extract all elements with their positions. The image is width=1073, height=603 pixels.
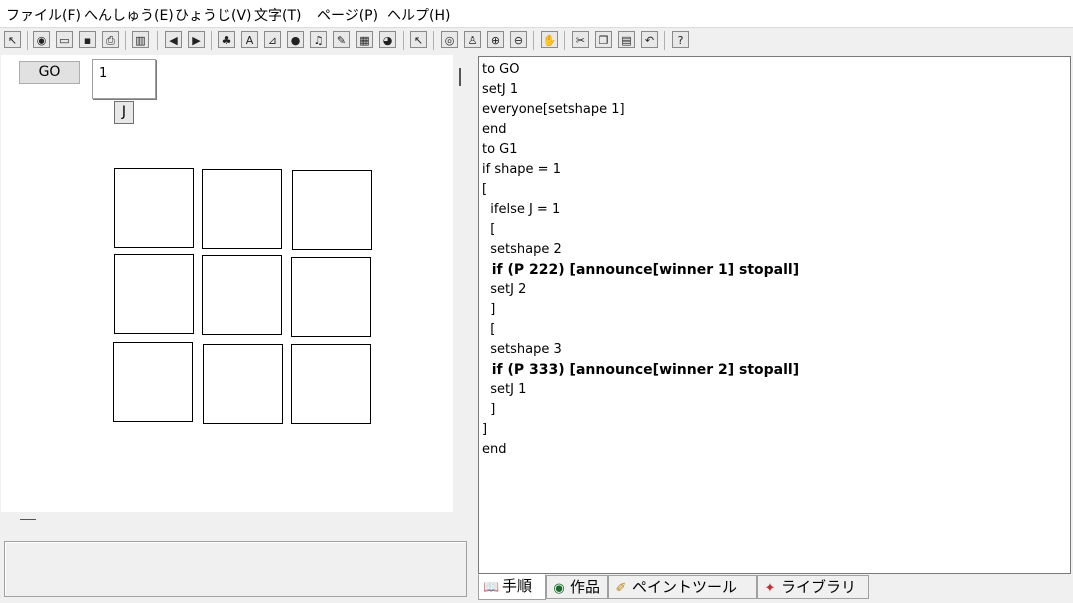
code-line: [	[482, 322, 496, 337]
code-line: end	[482, 122, 507, 137]
code-line: ]	[482, 422, 488, 437]
paint-brush-icon: ✐	[615, 581, 627, 596]
toolbar-separator	[564, 31, 565, 50]
code-line: ]	[482, 402, 496, 417]
code-line: ifelse J = 1	[482, 202, 561, 217]
paste-icon[interactable]: ▤	[618, 31, 635, 48]
open-folder-icon[interactable]: ▭	[56, 31, 73, 48]
code-line: to G1	[482, 142, 518, 157]
toolbar-separator	[433, 31, 434, 50]
select-cursor-icon[interactable]: ↖	[410, 31, 427, 48]
code-line: [	[482, 182, 488, 197]
value-text-box[interactable]: 1	[92, 59, 156, 99]
menu-help[interactable]: ヘルプ(H)	[387, 5, 450, 25]
music-icon[interactable]: ♫	[310, 31, 327, 48]
code-line: if (P 222) [announce[winner 1] stopall]	[482, 262, 800, 278]
toolbar-separator	[533, 31, 534, 50]
procedures-book-icon: 📖	[483, 580, 500, 595]
help-icon[interactable]: ?	[672, 31, 689, 48]
procedures-editor[interactable]: to GO setJ 1 everyone[setshape 1] end to…	[478, 56, 1071, 574]
video-icon[interactable]: ◕	[379, 31, 396, 48]
toolbar-separator	[211, 31, 212, 50]
save-disk-icon[interactable]: ▪	[79, 31, 96, 48]
message-box[interactable]	[4, 541, 467, 597]
go-button[interactable]: GO	[19, 61, 80, 84]
board-cell[interactable]	[291, 257, 371, 337]
library-shapes-icon: ✦	[764, 581, 776, 596]
board-cell[interactable]	[202, 169, 282, 249]
stage-splitter-handle[interactable]	[459, 68, 461, 86]
menu-view[interactable]: ひょうじ(V)	[175, 5, 252, 25]
button-icon[interactable]: ●	[287, 31, 304, 48]
menu-text[interactable]: 文字(T)	[254, 5, 301, 25]
code-line: [	[482, 222, 496, 237]
code-line: setshape 2	[482, 242, 562, 257]
code-line: if (P 333) [announce[winner 2] stopall]	[482, 362, 800, 378]
project-globe-icon: ◉	[553, 581, 565, 596]
turtle-icon[interactable]: ♣	[218, 31, 235, 48]
stage-scrollbar[interactable]	[453, 55, 473, 512]
board-cell[interactable]	[203, 344, 283, 424]
eye-icon[interactable]: ◎	[441, 31, 458, 48]
zoom-in-icon[interactable]: ⊕	[487, 31, 504, 48]
tab-label: ライブラリ	[781, 578, 857, 596]
tab-label: 手順	[502, 577, 533, 595]
code-line: everyone[setshape 1]	[482, 102, 625, 117]
tab-project[interactable]: ◉ 作品	[546, 575, 608, 599]
code-line: ]	[482, 302, 496, 317]
menu-page[interactable]: ページ(P)	[317, 5, 378, 25]
code-line: setJ 1	[482, 382, 527, 397]
menu-edit[interactable]: へんしゅう(E)	[84, 5, 174, 25]
cut-scissors-icon[interactable]: ✂	[572, 31, 589, 48]
menu-bar: ファイル(F) へんしゅう(E) ひょうじ(V) 文字(T) ページ(P) ヘル…	[0, 0, 1073, 27]
globe-icon[interactable]: ◉	[33, 31, 50, 48]
board-cell[interactable]	[114, 254, 194, 334]
board-cell[interactable]	[202, 255, 282, 335]
toolbar-separator	[664, 31, 665, 50]
code-line: end	[482, 442, 507, 457]
zoom-out-icon[interactable]: ⊖	[510, 31, 527, 48]
stop-hand-icon[interactable]: ✋	[541, 31, 558, 48]
forward-arrow-icon[interactable]: ▶	[188, 31, 205, 48]
print-icon[interactable]: ⎙	[102, 31, 119, 48]
toolbar-separator	[403, 31, 404, 50]
tab-label: ペイントツール	[632, 578, 738, 596]
minimize-dash[interactable]	[20, 519, 36, 520]
pointer-arrow-icon[interactable]: ↖	[4, 31, 21, 48]
j-button[interactable]: J	[114, 101, 134, 124]
tab-label: 作品	[570, 578, 601, 596]
board-cell[interactable]	[113, 342, 193, 422]
toolbar-separator	[27, 31, 28, 50]
board-cell[interactable]	[114, 168, 194, 248]
board-cell[interactable]	[291, 344, 371, 424]
toolbar-separator	[125, 31, 126, 50]
tab-procedures[interactable]: 📖 手順	[478, 574, 546, 600]
copy-icon[interactable]: ❐	[595, 31, 612, 48]
code-line: setJ 1	[482, 82, 519, 97]
movie-icon[interactable]: ▦	[356, 31, 373, 48]
board-cell[interactable]	[292, 170, 372, 250]
code-line: if shape = 1	[482, 162, 561, 177]
tab-paint-tool[interactable]: ✐ ペイントツール	[608, 575, 757, 599]
back-arrow-icon[interactable]: ◀	[165, 31, 182, 48]
code-line: setJ 2	[482, 282, 527, 297]
tab-library[interactable]: ✦ ライブラリ	[757, 575, 869, 599]
menu-file[interactable]: ファイル(F)	[6, 5, 81, 25]
undo-icon[interactable]: ↶	[641, 31, 658, 48]
code-line: setshape 3	[482, 342, 562, 357]
slider-icon[interactable]: ⊿	[264, 31, 281, 48]
columns-icon[interactable]: ▥	[132, 31, 149, 48]
toolbar: ↖ ◉ ▭ ▪ ⎙ ▥ ◀ ▶ ♣ A ⊿ ● ♫ ✎ ▦ ◕ ↖ ◎ ♙ ⊕ …	[0, 27, 1073, 54]
code-line: to GO	[482, 62, 520, 77]
pencil-icon[interactable]: ✎	[333, 31, 350, 48]
toolbar-separator	[157, 31, 158, 50]
text-box-icon[interactable]: A	[241, 31, 258, 48]
stamp-icon[interactable]: ♙	[464, 31, 481, 48]
